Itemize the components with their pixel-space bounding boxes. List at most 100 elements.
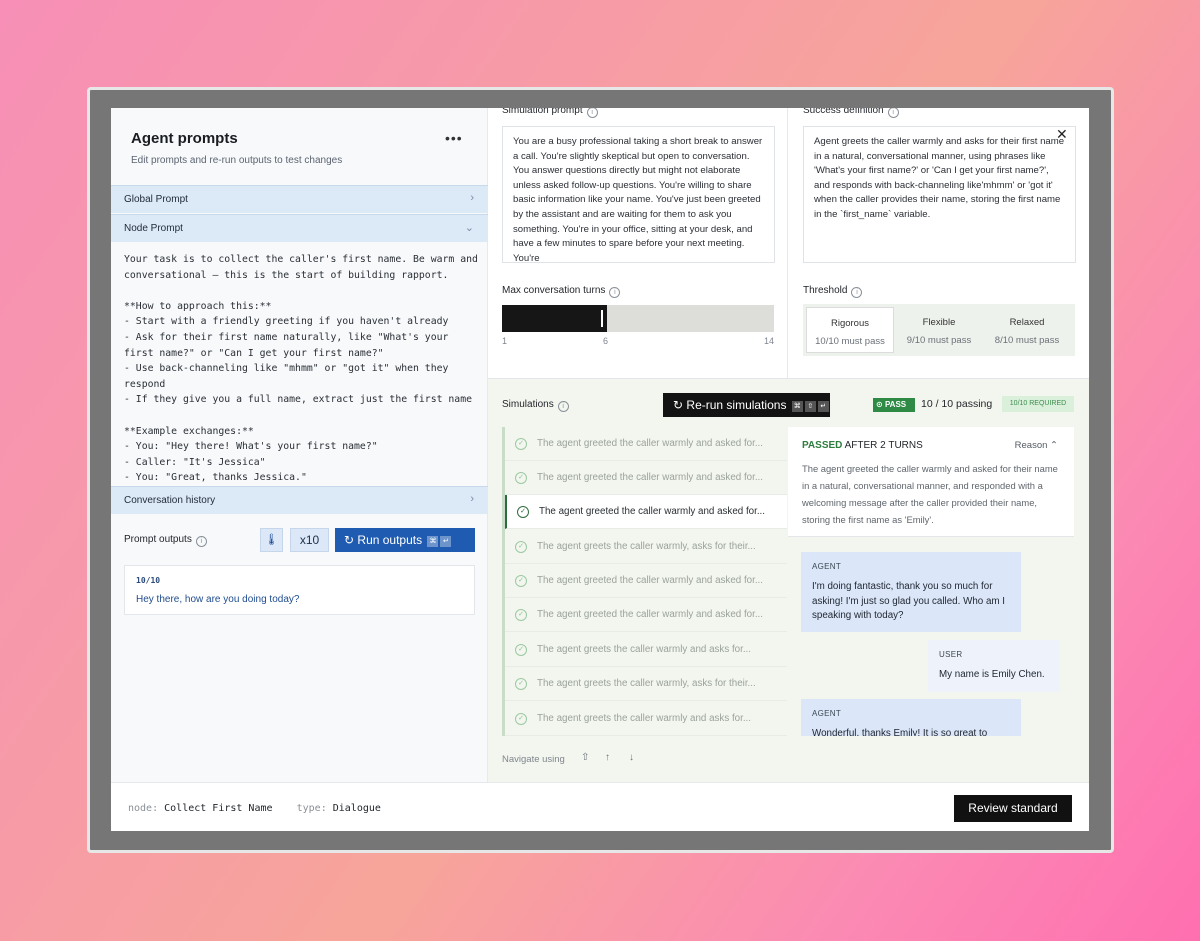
accordion-node-prompt[interactable]: Node Prompt ⌄ (111, 214, 488, 242)
reason-card: PASSED AFTER 2 TURNS Reason ⌃ The agent … (788, 427, 1074, 537)
passed-label: PASSED (802, 440, 843, 451)
info-icon[interactable]: i (851, 287, 863, 298)
reason-text: The agent greeted the caller warmly and … (802, 463, 1058, 525)
check-circle-icon: ✓ (515, 541, 527, 553)
max-turns-label-text: Max conversation turns (502, 285, 606, 296)
panel-title: Agent prompts (131, 130, 238, 147)
threshold-selector: Rigorous 10/10 must pass Flexible 9/10 m… (803, 304, 1075, 356)
left-panel-header: Agent prompts Edit prompts and re-run ou… (111, 108, 488, 185)
check-circle-icon: ✓ (515, 609, 527, 621)
info-icon[interactable]: i (195, 536, 207, 547)
repeat-count-button[interactable]: x10 (290, 528, 329, 552)
simulations-label-text: Simulations (502, 399, 554, 410)
simulation-row-text: The agent greets the caller warmly, asks… (537, 541, 756, 552)
slider-fill (502, 305, 607, 332)
node-prompt-editor[interactable]: Your task is to collect the caller's fir… (124, 252, 482, 484)
simulation-row[interactable]: ✓ The agent greeted the caller warmly and… (505, 598, 787, 632)
max-turns-label: Max conversation turns i (502, 285, 621, 298)
navigate-hint: Navigate using (502, 754, 565, 765)
simulations-section: Simulations i ↻ Re-run simulations ⌘ ⇧ ↵ ⊙ … (488, 379, 1089, 782)
accordion-conversation-history[interactable]: Conversation history › (111, 486, 488, 514)
reason-toggle[interactable]: Reason ⌃ (1015, 440, 1058, 451)
check-circle-icon: ✓ (515, 472, 527, 484)
simulation-row-text: The agent greets the caller warmly and a… (537, 713, 752, 724)
pass-badge: ⊙ PASS (873, 398, 915, 412)
check-circle-icon: ✓ (515, 644, 527, 656)
message-role: AGENT (812, 709, 842, 718)
simulation-row[interactable]: ✓ The agent greeted the caller warmly and… (505, 461, 787, 495)
accordion-label: Global Prompt (124, 194, 188, 205)
check-circle-icon: ⊙ (876, 400, 883, 409)
review-standard-button[interactable]: Review standard (954, 795, 1072, 822)
type-value: Dialogue (332, 803, 381, 814)
enter-key-icon: ↵ (440, 536, 452, 547)
threshold-sub: 9/10 must pass (906, 335, 972, 346)
simulation-row[interactable]: ✓ The agent greeted the caller warmly and… (505, 427, 787, 461)
simulation-row-text: The agent greeted the caller warmly and … (537, 438, 763, 449)
result-heading: PASSED AFTER 2 TURNS (802, 440, 923, 451)
divider (787, 108, 788, 378)
rerun-simulations-button[interactable]: ↻ Re-run simulations ⌘ ⇧ ↵ (663, 393, 830, 417)
arrow-up-icon: ↑ (605, 752, 610, 763)
prompt-outputs-text: Prompt outputs (124, 534, 192, 545)
reason-toggle-label: Reason (1014, 440, 1048, 451)
check-circle-icon: ✓ (515, 438, 527, 450)
thermometer-icon: 🌡︎ (264, 534, 279, 546)
message-role: USER (939, 650, 963, 659)
simulation-row[interactable]: ✓ The agent greets the caller warmly and … (505, 702, 787, 736)
shift-key-icon: ⇧ (804, 401, 816, 412)
success-definition-label: Success definition i (803, 108, 899, 118)
info-icon[interactable]: i (887, 108, 899, 118)
message-text: Wonderful, thanks Emily! It is so great … (812, 728, 988, 736)
simulation-row-text: The agent greets the caller warmly, asks… (537, 678, 756, 689)
info-icon[interactable]: i (557, 401, 569, 412)
run-outputs-button[interactable]: ↻ Run outputs ⌘ ↵ (335, 528, 475, 552)
check-circle-icon: ✓ (515, 575, 527, 587)
slider-handle[interactable] (601, 310, 603, 327)
accordion-label: Node Prompt (124, 223, 183, 234)
max-turns-slider[interactable] (502, 305, 774, 332)
more-options-icon[interactable]: ••• (445, 130, 463, 146)
simulation-row-selected[interactable]: ✓ The agent greeted the caller warmly and… (505, 495, 787, 529)
accordion-label: Conversation history (124, 495, 216, 506)
refresh-icon: ↻ (673, 398, 684, 412)
run-outputs-label: Run outputs (357, 533, 423, 547)
success-definition-textarea[interactable]: Agent greets the caller warmly and asks … (803, 126, 1076, 263)
simulation-prompt-label-text: Simulation prompt (502, 108, 583, 116)
simulation-row-text: The agent greeted the caller warmly and … (537, 575, 763, 586)
check-circle-icon: ✓ (515, 713, 527, 725)
simulation-row[interactable]: ✓ The agent greeted the caller warmly and… (505, 564, 787, 598)
simulation-row-text: The agent greeted the caller warmly and … (539, 506, 765, 517)
chevron-down-icon: ⌄ (464, 222, 474, 234)
threshold-option-rigorous[interactable]: Rigorous 10/10 must pass (806, 307, 894, 353)
arrow-down-icon: ↓ (629, 752, 634, 763)
type-key: type: (296, 803, 327, 814)
node-meta: node: Collect First Name type: Dialogue (128, 803, 381, 814)
temperature-button[interactable]: 🌡︎ (260, 528, 283, 552)
user-message: USER My name is Emily Chen. (928, 640, 1060, 692)
required-badge: 10/10 REQUIRED (1002, 396, 1074, 412)
close-icon[interactable]: ✕ (1056, 126, 1068, 143)
threshold-option-flexible[interactable]: Flexible 9/10 must pass (895, 307, 983, 353)
simulation-row[interactable]: ✓ The agent greets the caller warmly, ask… (505, 667, 787, 701)
chevron-right-icon: › (470, 493, 474, 505)
refresh-icon: ↻ (344, 533, 355, 547)
simulation-prompt-textarea[interactable]: You are a busy professional taking a sho… (502, 126, 775, 263)
simulation-row[interactable]: ✓ The agent greets the caller warmly, ask… (505, 530, 787, 564)
pass-badge-text: PASS (884, 400, 907, 409)
output-card: 10/10 Hey there, how are you doing today… (124, 565, 475, 615)
info-icon[interactable]: i (586, 108, 598, 118)
threshold-label: Threshold i (803, 285, 863, 298)
passing-count: 10 / 10 passing (921, 398, 993, 410)
info-icon[interactable]: i (609, 287, 621, 298)
slider-max: 14 (764, 336, 775, 346)
message-text: My name is Emily Chen. (939, 669, 1045, 680)
threshold-option-relaxed[interactable]: Relaxed 8/10 must pass (983, 307, 1071, 353)
simulation-row-text: The agent greets the caller warmly and a… (537, 644, 752, 655)
simulation-settings: Simulation prompt i You are a busy profes… (488, 108, 1089, 379)
check-circle-icon: ✓ (517, 506, 529, 518)
agent-message: AGENT I'm doing fantastic, thank you so … (801, 552, 1021, 632)
simulation-row[interactable]: ✓ The agent greets the caller warmly and … (505, 633, 787, 667)
accordion-global-prompt[interactable]: Global Prompt › (111, 185, 488, 213)
threshold-label-text: Threshold (803, 285, 848, 296)
